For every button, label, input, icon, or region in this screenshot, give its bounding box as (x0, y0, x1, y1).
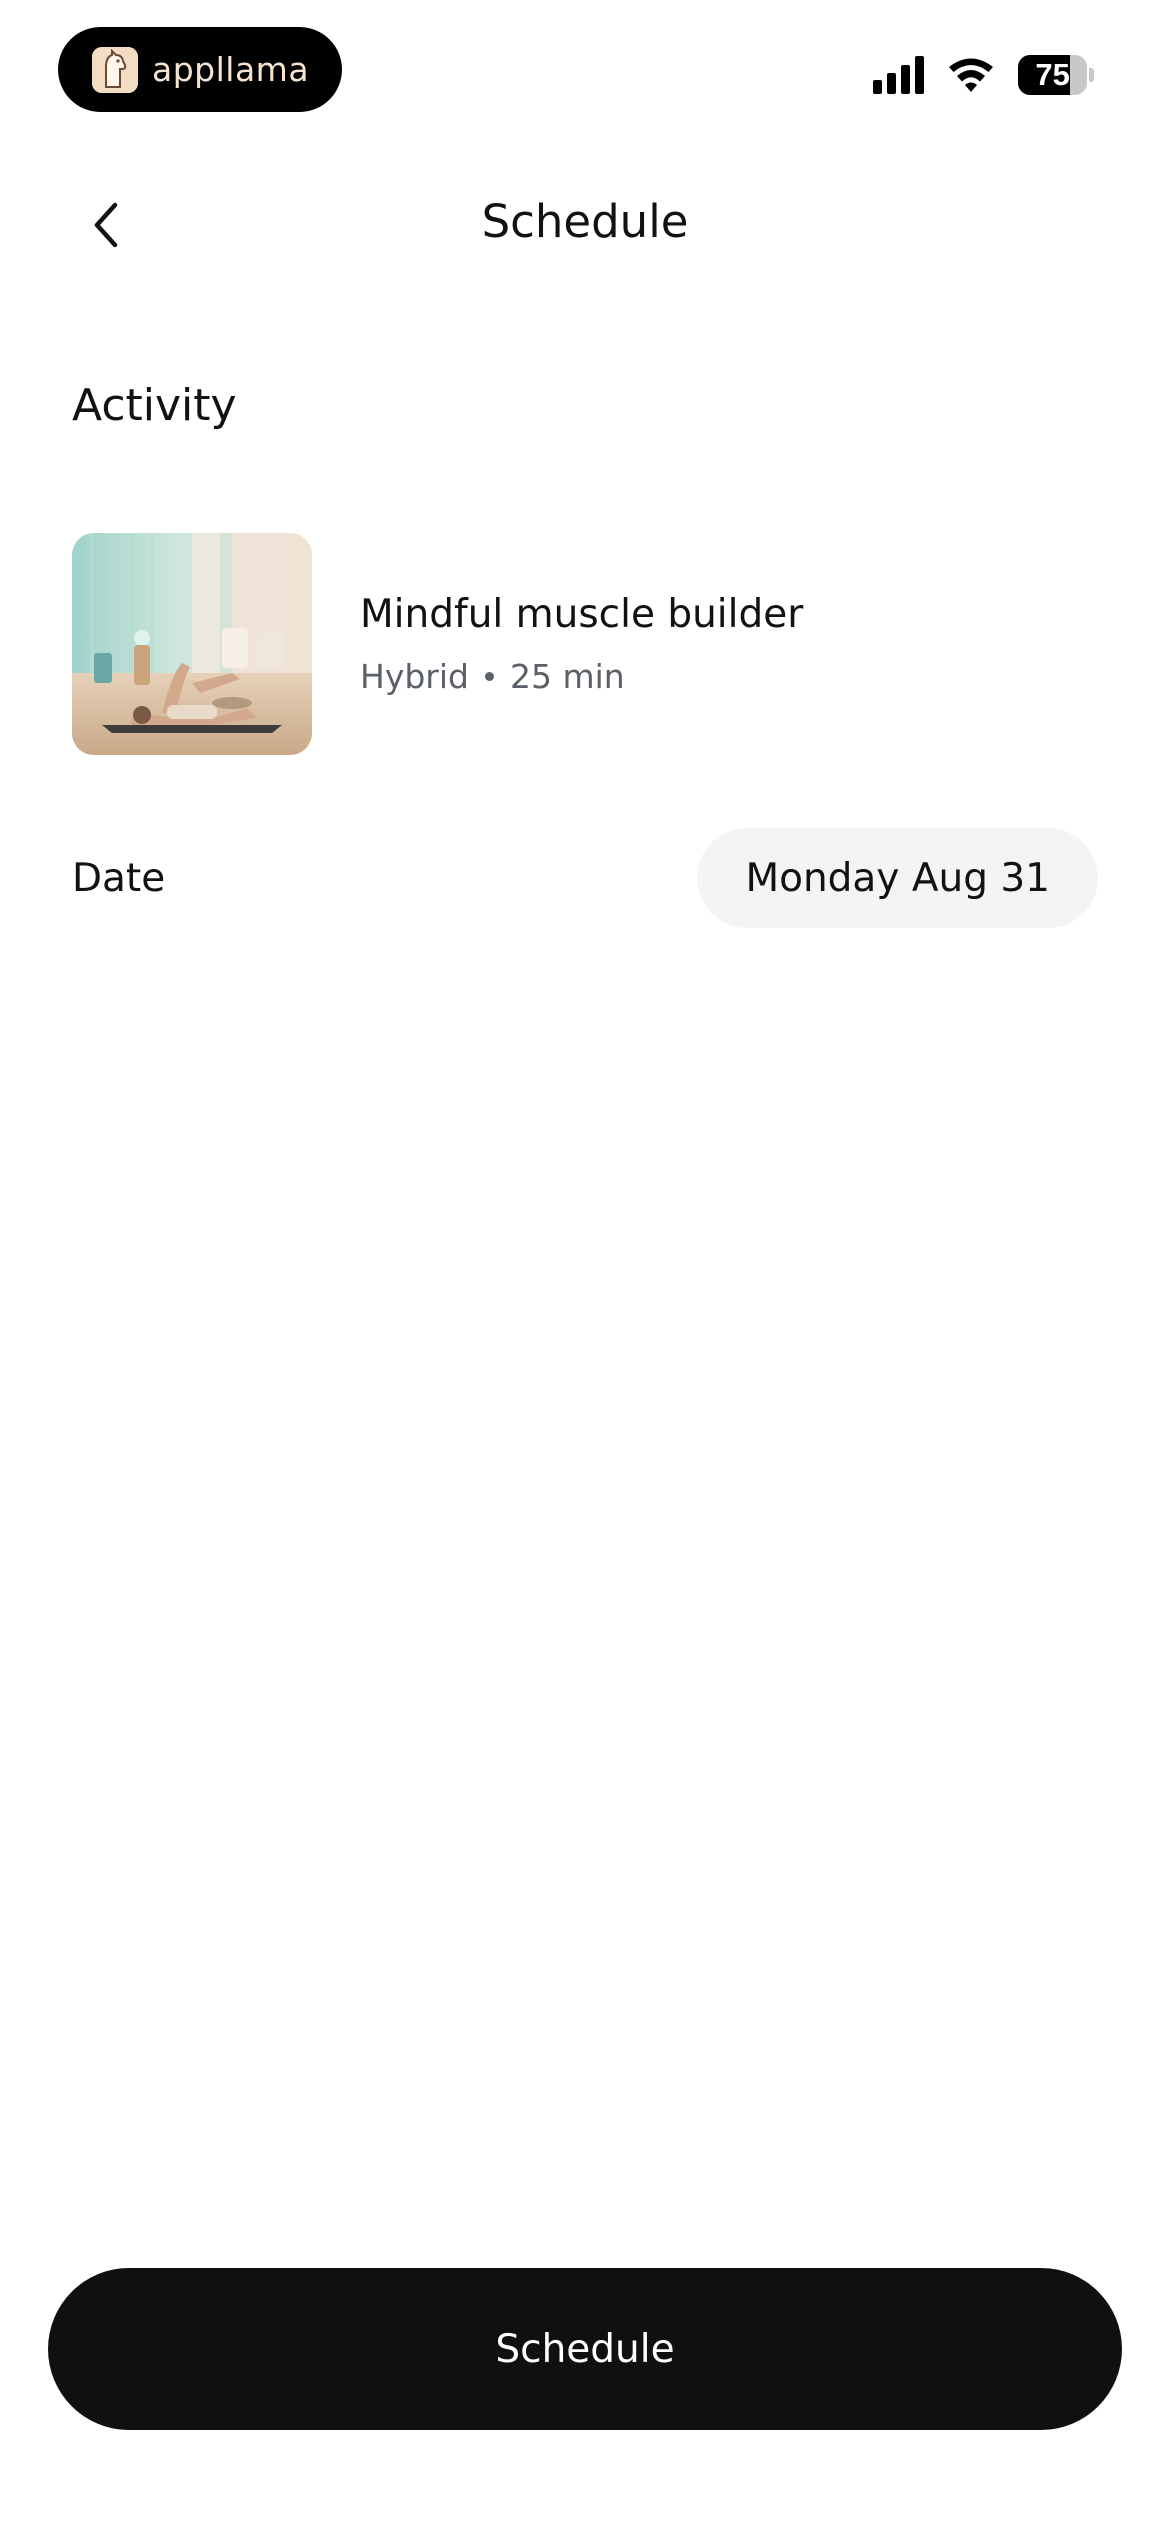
date-value: Monday Aug 31 (745, 855, 1050, 901)
wifi-icon (949, 58, 993, 92)
battery-icon: 75 (1018, 55, 1094, 95)
activity-section-title: Activity (72, 380, 237, 431)
status-indicators: 75 (873, 52, 1094, 98)
battery-level: 75 (1035, 57, 1070, 92)
activity-duration: 25 min (509, 657, 625, 696)
cellular-signal-icon (873, 56, 924, 94)
page-title: Schedule (481, 195, 689, 248)
activity-name: Mindful muscle builder (360, 592, 804, 637)
schedule-screen: appllama 75 Schedule Activity Mindful mu… (0, 0, 1170, 2532)
activity-type: Hybrid (360, 657, 469, 696)
activity-item[interactable]: Mindful muscle builder Hybrid 25 min (72, 533, 1098, 755)
schedule-button-label: Schedule (495, 2326, 675, 2372)
separator-dot (484, 672, 494, 681)
brand-text: appllama (152, 50, 310, 89)
workout-thumbnail (72, 533, 312, 755)
app-brand-pill: appllama (58, 27, 342, 112)
schedule-button[interactable]: Schedule (48, 2268, 1122, 2430)
activity-meta: Hybrid 25 min (360, 657, 803, 696)
date-row: Date Monday Aug 31 (72, 828, 1098, 928)
date-label: Date (72, 855, 166, 901)
activity-text: Mindful muscle builder Hybrid 25 min (360, 592, 803, 696)
date-picker-button[interactable]: Monday Aug 31 (697, 828, 1098, 928)
llama-logo-icon (92, 46, 138, 93)
